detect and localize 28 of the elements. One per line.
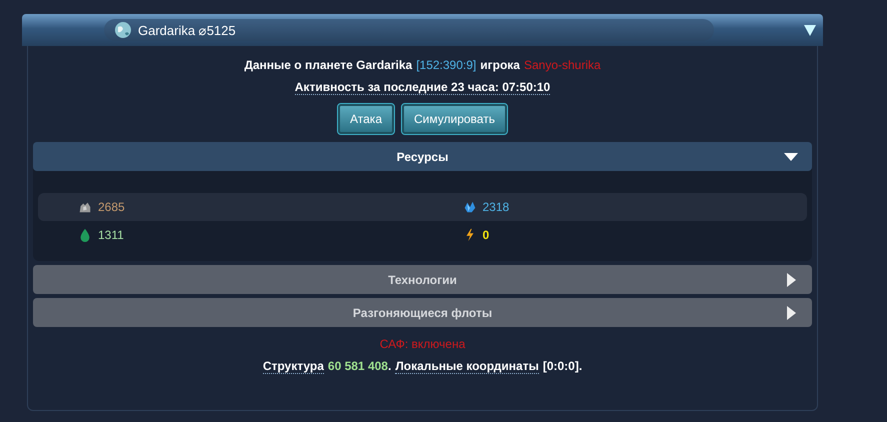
structure-label: Структура	[262, 358, 324, 374]
caret-right-icon	[784, 306, 798, 320]
activity-text: Активность за последние 23 часа: 07:50:10	[294, 80, 550, 94]
resource-amount: 1311	[98, 228, 124, 242]
coordinates-link[interactable]: [152:390:9]	[416, 58, 476, 72]
attack-button[interactable]: Атака	[338, 104, 394, 134]
section-header[interactable]: Разгоняющиеся флоты	[33, 298, 812, 327]
planet-info-text: Данные о планете Gardarika	[244, 58, 412, 72]
section-header[interactable]: Ресурсы	[33, 142, 812, 171]
resource-amount: 2318	[482, 200, 510, 214]
structure-value: 60 581 408	[328, 359, 388, 373]
resource-amount: 0	[482, 228, 490, 242]
planet-icon	[114, 21, 132, 39]
window-title: Gardarika ⌀5125	[138, 22, 236, 38]
local-coordinates-label: Локальные координаты	[395, 358, 539, 374]
caret-right-icon	[784, 272, 798, 286]
simulate-button[interactable]: Симулировать	[402, 104, 507, 134]
player-name[interactable]: Sanyo-shurika	[524, 58, 601, 72]
local-coordinates-value: [0:0:0].	[542, 359, 582, 373]
resource-amount: 2685	[98, 200, 125, 214]
drop-icon	[78, 228, 92, 242]
separator-text: .	[388, 359, 392, 373]
owner-label: игрока	[480, 58, 520, 72]
crystal-icon	[462, 200, 476, 214]
collapse-icon[interactable]	[803, 23, 817, 37]
saf-status: САФ: включена	[380, 337, 466, 353]
ore-icon	[78, 200, 92, 214]
section-header[interactable]: Технологии	[33, 265, 812, 294]
